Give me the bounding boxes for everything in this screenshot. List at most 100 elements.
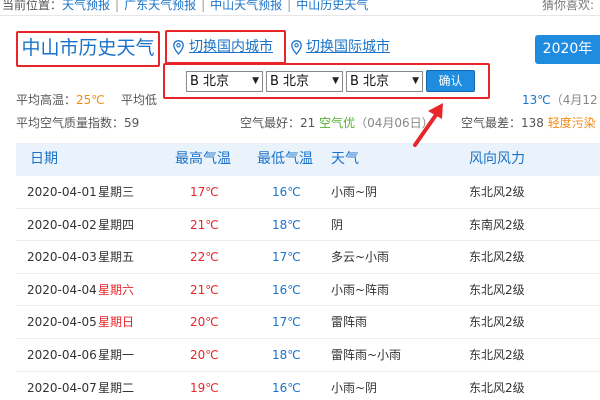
cell-wind: 东北风2级 — [469, 315, 525, 330]
header-date: 日期 — [30, 151, 58, 167]
min-temp-date: （4月12 — [550, 93, 598, 107]
district-select[interactable]: B 北京 ▼ — [346, 71, 423, 92]
year-button[interactable]: 2020年 — [535, 35, 600, 64]
table-row: 2020-04-01 星期三 17℃ 16℃ 小雨~阴 东北风2级 — [16, 176, 600, 209]
caret-down-icon: ▼ — [252, 76, 259, 86]
breadcrumb-weather-forecast[interactable]: 天气预报 — [62, 0, 110, 12]
breadcrumb: 当前位置：天气预报 | 广东天气预报 | 中山天气预报 | 中山历史天气 猜你喜欢: — [0, 0, 600, 16]
best-air-level: 空气优 — [319, 116, 356, 130]
cell-weekday: 星期日 — [98, 315, 135, 330]
table-row: 2020-04-05 星期日 20℃ 17℃ 雷阵雨 东北风2级 — [16, 306, 600, 339]
cell-weather: 小雨~阴 — [331, 380, 378, 395]
cell-low-temp: 16℃ — [272, 185, 301, 199]
avg-aqi-label: 平均空气质量指数： — [16, 116, 125, 130]
table-header: 日期 最高气温 最低气温 天气 风向风力 — [16, 143, 600, 176]
cell-weather: 雷阵雨 — [331, 315, 368, 330]
district-select-value: B 北京 — [350, 74, 390, 89]
switch-domestic-city-link[interactable]: 切换国内城市 — [189, 37, 273, 57]
cell-date: 2020-04-05 — [27, 315, 97, 330]
cell-date: 2020-04-01 — [27, 185, 97, 199]
cell-high-temp: 20℃ — [190, 347, 219, 362]
cell-low-temp: 17℃ — [272, 250, 301, 265]
cell-date: 2020-04-02 — [27, 217, 97, 232]
cell-weather: 小雨~阴 — [331, 185, 378, 199]
cell-date: 2020-04-03 — [27, 250, 97, 265]
caret-down-icon: ▼ — [412, 76, 419, 86]
cell-weekday: 星期五 — [98, 250, 135, 265]
cell-wind: 东北风2级 — [469, 282, 525, 297]
cell-date: 2020-04-07 — [27, 380, 97, 395]
table-row: 2020-04-02 星期四 21℃ 18℃ 阴 东南风2级 — [16, 209, 600, 242]
breadcrumb-guangdong[interactable]: 广东天气预报 — [124, 0, 196, 12]
cell-wind: 东北风2级 — [469, 250, 525, 265]
header-wind: 风向风力 — [469, 151, 525, 167]
worst-air-level: 轻度污染 — [547, 116, 596, 130]
page-title: 中山市历史天气 — [16, 31, 160, 67]
location-pin-icon — [173, 40, 184, 55]
breadcrumb-zhongshan[interactable]: 中山天气预报 — [210, 0, 282, 12]
cell-high-temp: 19℃ — [190, 380, 219, 395]
red-arrow-icon — [413, 103, 443, 147]
header-low-temp: 最低气温 — [257, 151, 313, 167]
cell-weekday: 星期二 — [98, 380, 135, 395]
location-pin-icon — [291, 40, 302, 55]
caret-down-icon: ▼ — [332, 76, 339, 86]
city-select[interactable]: B 北京 ▼ — [266, 71, 343, 92]
switch-international-city-link[interactable]: 切换国际城市 — [306, 37, 390, 57]
city-select-value: B 北京 — [270, 74, 310, 89]
cell-wind: 东北风2级 — [469, 185, 525, 199]
avg-low-label: 平均低 — [121, 93, 158, 107]
breadcrumb-separator: | — [201, 0, 206, 12]
guess-you-like[interactable]: 猜你喜欢: — [542, 0, 594, 14]
province-select[interactable]: B 北京 ▼ — [186, 71, 263, 92]
table-row: 2020-04-06 星期一 20℃ 18℃ 雷阵雨~小雨 东北风2级 — [16, 339, 600, 372]
cell-low-temp: 16℃ — [272, 380, 301, 395]
city-select-popup: B 北京 ▼ B 北京 ▼ B 北京 ▼ 确认 — [163, 63, 490, 99]
cell-weekday: 星期一 — [98, 347, 135, 362]
min-temp-stat: 13℃（4月12 — [522, 92, 598, 108]
table-row: 2020-04-03 星期五 22℃ 17℃ 多云~小雨 东北风2级 — [16, 241, 600, 274]
best-air-label: 空气最好： — [240, 116, 301, 130]
history-weather-table: 日期 最高气温 最低气温 天气 风向风力 2020-04-01 星期三 17℃ 16℃… — [16, 143, 600, 400]
cell-weather: 阴 — [331, 217, 344, 232]
breadcrumb-zhongshan-history[interactable]: 中山历史天气 — [296, 0, 368, 12]
worst-air-stat: 空气最差：138 轻度污染 — [461, 115, 596, 131]
worst-air-label: 空气最差： — [461, 116, 522, 130]
table-row: 2020-04-07 星期二 19℃ 16℃ 小雨~阴 东北风2级 — [16, 372, 600, 400]
cell-date: 2020-04-06 — [27, 347, 97, 362]
cell-high-temp: 22℃ — [190, 250, 219, 265]
cell-date: 2020-04-04 — [27, 282, 97, 297]
breadcrumb-separator: | — [287, 0, 292, 12]
province-select-value: B 北京 — [190, 74, 230, 89]
best-air-value: 21 — [300, 116, 316, 130]
header-high-temp: 最高气温 — [175, 151, 231, 167]
worst-air-value: 138 — [521, 116, 544, 130]
breadcrumb-separator: | — [115, 0, 120, 12]
header-weather: 天气 — [331, 151, 359, 167]
cell-wind: 东北风2级 — [469, 380, 525, 395]
cell-low-temp: 18℃ — [272, 217, 301, 232]
cell-high-temp: 20℃ — [190, 315, 219, 330]
cell-low-temp: 18℃ — [272, 347, 301, 362]
table-body: 2020-04-01 星期三 17℃ 16℃ 小雨~阴 东北风2级 2020-04-02 星期… — [16, 176, 600, 400]
cell-weather: 雷阵雨~小雨 — [331, 347, 402, 362]
confirm-button[interactable]: 确认 — [426, 70, 475, 92]
cell-weather: 小雨~阵雨 — [331, 282, 390, 297]
cell-weekday: 星期四 — [98, 217, 135, 232]
avg-high-stat: 平均高温：25℃ — [16, 92, 105, 108]
cell-wind: 东北风2级 — [469, 347, 525, 362]
breadcrumb-prefix: 当前位置： — [2, 0, 63, 12]
cell-low-temp: 16℃ — [272, 282, 301, 297]
avg-aqi-stat: 平均空气质量指数：59 — [16, 115, 139, 131]
cell-low-temp: 17℃ — [272, 315, 301, 330]
cell-high-temp: 21℃ — [190, 217, 219, 232]
avg-high-value: 25℃ — [76, 93, 105, 107]
min-temp-value: 13℃ — [522, 93, 551, 107]
cell-weekday: 星期六 — [98, 282, 135, 297]
table-row: 2020-04-04 星期六 21℃ 16℃ 小雨~阵雨 东北风2级 — [16, 274, 600, 307]
cell-weekday: 星期三 — [98, 185, 135, 199]
avg-aqi-value: 59 — [124, 116, 140, 130]
cell-weather: 多云~小雨 — [331, 250, 390, 265]
cell-wind: 东南风2级 — [469, 217, 525, 232]
best-air-stat: 空气最好：21 空气优（04月06日） — [240, 115, 434, 131]
